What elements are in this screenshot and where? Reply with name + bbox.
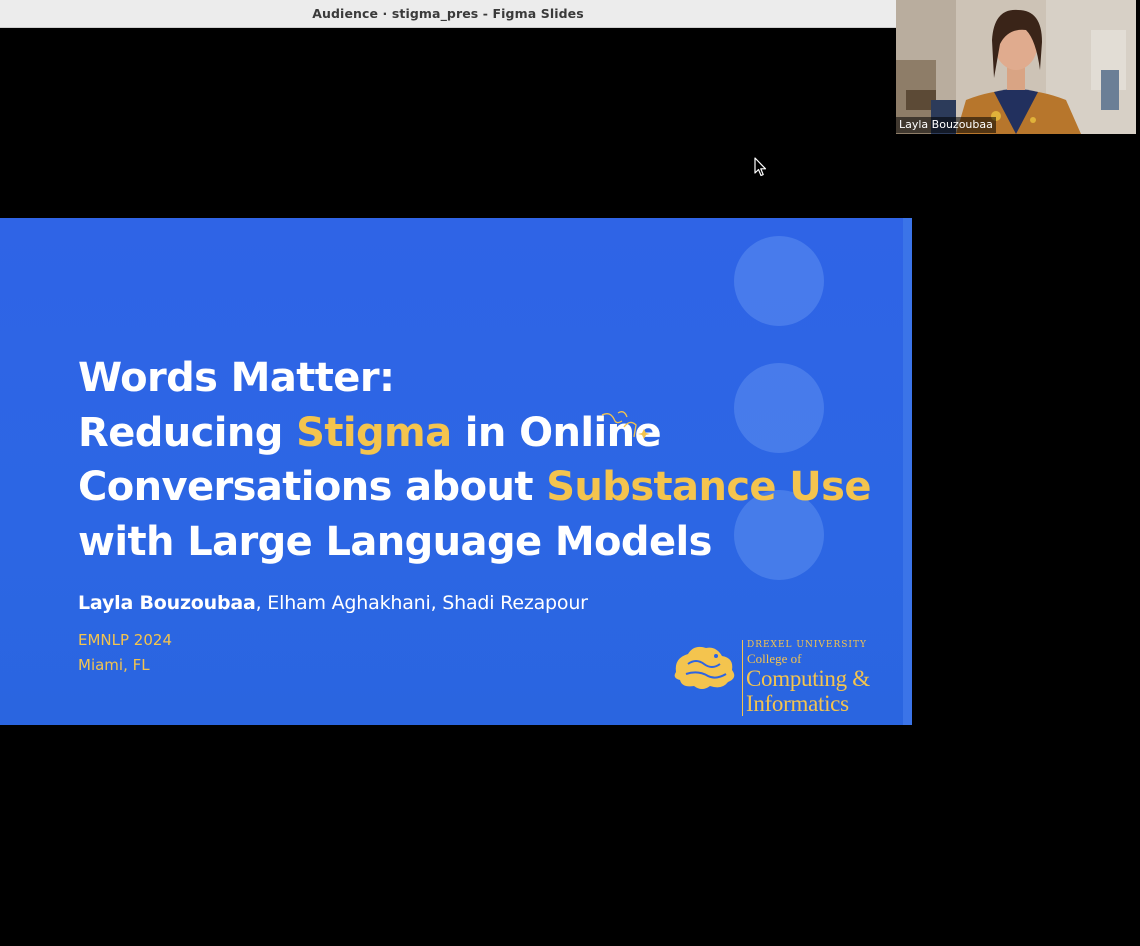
slide-title: Words Matter: Reducing Stigma in Online … xyxy=(78,351,872,569)
logo-dept-line-2: Informatics xyxy=(746,691,849,716)
sparkle-doodle-icon xyxy=(600,409,652,447)
conference-name: EMNLP 2024 xyxy=(78,631,172,649)
title-line-2: Reducing Stigma in Online xyxy=(78,406,871,461)
title-line-1: Words Matter: xyxy=(78,355,395,401)
title-line-4: with Large Language Models xyxy=(78,518,712,565)
participant-video-feed xyxy=(896,0,1136,134)
participant-video-tile[interactable]: Layla Bouzoubaa xyxy=(896,0,1136,134)
title-text: Conversations about xyxy=(78,464,547,510)
title-highlight-stigma: Stigma xyxy=(296,409,452,456)
presentation-slide: Words Matter: Reducing Stigma in Online … xyxy=(0,218,912,725)
author-list: Layla Bouzoubaa, Elham Aghakhani, Shadi … xyxy=(78,592,588,614)
logo-divider xyxy=(742,640,743,716)
university-logo: DREXEL UNIVERSITY College of Computing &… xyxy=(672,638,892,718)
title-line-3: Conversations about Substance Use xyxy=(78,460,872,515)
lead-author: Layla Bouzoubaa xyxy=(78,592,256,614)
window-title: Audience · stigma_pres - Figma Slides xyxy=(312,6,584,21)
window-title-bar: Audience · stigma_pres - Figma Slides xyxy=(0,0,896,28)
slide-edge xyxy=(903,218,912,725)
title-highlight-substance-use: Substance Use xyxy=(546,464,871,510)
drexel-dragon-icon xyxy=(674,646,735,689)
arrow-cursor-icon xyxy=(754,157,768,181)
logo-university-name: DREXEL UNIVERSITY xyxy=(747,640,867,650)
logo-college-label: College of xyxy=(747,651,802,666)
title-text: Reducing xyxy=(78,409,297,456)
logo-dept-line-1: Computing & xyxy=(746,666,870,691)
co-authors: , Elham Aghakhani, Shadi Rezapour xyxy=(255,592,588,614)
decorative-circle xyxy=(734,236,824,326)
participant-name-label: Layla Bouzoubaa xyxy=(896,117,996,133)
conference-location: Miami, FL xyxy=(78,656,150,674)
